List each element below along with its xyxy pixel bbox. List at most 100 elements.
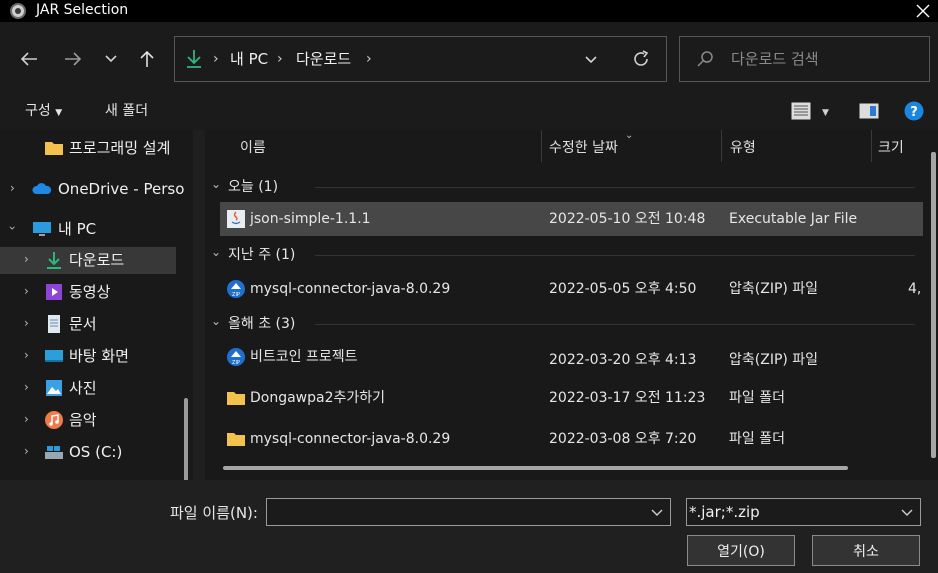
sidebar-item-label: 바탕 화면 bbox=[69, 347, 129, 365]
group-divider bbox=[315, 324, 915, 325]
expand-chevron-icon[interactable]: › bbox=[24, 252, 29, 266]
cancel-button[interactable]: 취소 bbox=[812, 535, 920, 566]
close-button[interactable] bbox=[908, 0, 938, 22]
zip-file-icon: ZIP bbox=[227, 348, 245, 366]
file-size: 4, bbox=[908, 281, 922, 297]
sidebar-item-label: 사진 bbox=[69, 379, 97, 397]
help-icon[interactable]: ? bbox=[904, 101, 924, 121]
vertical-scrollbar[interactable] bbox=[931, 152, 936, 458]
sort-indicator-icon: ⌄ bbox=[625, 130, 634, 141]
open-button[interactable]: 열기(O) bbox=[687, 535, 795, 566]
column-header-name[interactable]: 이름 bbox=[240, 138, 266, 158]
back-button[interactable] bbox=[14, 42, 44, 76]
file-row[interactable]: ZIP mysql-connector-java-8.0.29 2022-05-… bbox=[220, 272, 923, 306]
preview-pane-icon[interactable] bbox=[859, 103, 879, 119]
organize-button[interactable]: 구성 ▼ bbox=[25, 101, 62, 123]
sidebar-item-onedrive[interactable]: › OneDrive - Perso bbox=[0, 176, 184, 203]
up-button[interactable] bbox=[132, 42, 162, 76]
collapse-chevron-icon[interactable]: ⌄ bbox=[211, 245, 221, 259]
expand-chevron-icon[interactable]: › bbox=[24, 380, 29, 394]
group-header-today[interactable]: ⌄ 오늘 (1) bbox=[205, 175, 915, 199]
group-label: 올해 초 (3) bbox=[228, 316, 296, 332]
view-dropdown-icon[interactable]: ▼ bbox=[822, 103, 829, 123]
close-icon bbox=[916, 4, 930, 18]
expand-chevron-icon[interactable]: › bbox=[24, 444, 29, 458]
file-row[interactable]: json-simple-1.1.1 2022-05-10 오전 10:48 Ex… bbox=[220, 202, 923, 236]
sidebar-item-downloads[interactable]: › 다운로드 bbox=[0, 247, 176, 274]
file-modified: 2022-03-20 오후 4:13 bbox=[549, 352, 697, 368]
filetype-select[interactable]: *.jar;*.zip bbox=[686, 498, 921, 526]
command-toolbar: 구성 ▼ 새 폴더 ▼ ? bbox=[0, 92, 938, 130]
file-name: Dongawpa2추가하기 bbox=[250, 390, 386, 406]
view-options-icon[interactable] bbox=[791, 102, 811, 120]
sidebar-scrollbar[interactable] bbox=[184, 398, 188, 480]
sidebar-item-documents[interactable]: › 문서 bbox=[0, 311, 176, 338]
column-header-modified[interactable]: 수정한 날짜 bbox=[549, 138, 618, 158]
expand-chevron-icon[interactable]: › bbox=[24, 316, 29, 330]
forward-button[interactable] bbox=[58, 42, 88, 76]
collapse-chevron-icon[interactable]: › bbox=[5, 226, 19, 231]
file-type: 압축(ZIP) 파일 bbox=[729, 281, 819, 297]
file-list: 이름 수정한 날짜 ⌄ 유형 크기 ⌄ 오늘 (1) json-simple-1… bbox=[205, 130, 938, 480]
sidebar-item-this-pc[interactable]: › 내 PC bbox=[0, 216, 176, 243]
group-header-last-week[interactable]: ⌄ 지난 주 (1) bbox=[205, 243, 915, 267]
chevron-down-icon bbox=[901, 509, 913, 516]
column-divider[interactable] bbox=[871, 130, 872, 162]
filetype-value: *.jar;*.zip bbox=[689, 503, 760, 521]
expand-chevron-icon[interactable]: › bbox=[24, 412, 29, 426]
breadcrumb-item-downloads[interactable]: 다운로드 bbox=[296, 49, 351, 69]
new-folder-button[interactable]: 새 폴더 bbox=[105, 101, 148, 121]
address-dropdown-icon[interactable] bbox=[583, 51, 599, 67]
sidebar-item-label: 프로그래밍 설계 bbox=[69, 139, 171, 157]
chevron-down-icon[interactable] bbox=[650, 505, 664, 519]
search-box[interactable]: 다운로드 검색 bbox=[679, 36, 930, 82]
collapse-chevron-icon[interactable]: ⌄ bbox=[211, 314, 221, 328]
sidebar-item-pictures[interactable]: › 사진 bbox=[0, 375, 176, 402]
filename-input[interactable] bbox=[266, 498, 671, 526]
column-divider[interactable] bbox=[541, 130, 542, 162]
sidebar-item-label: OS (C:) bbox=[69, 443, 123, 461]
refresh-icon[interactable] bbox=[631, 49, 651, 69]
file-modified: 2022-05-05 오후 4:50 bbox=[549, 281, 697, 297]
breadcrumb-separator[interactable]: › bbox=[366, 49, 372, 69]
file-name: mysql-connector-java-8.0.29 bbox=[250, 431, 451, 447]
pictures-icon bbox=[46, 380, 62, 396]
search-icon bbox=[697, 51, 713, 67]
group-header-earlier-this-year[interactable]: ⌄ 올해 초 (3) bbox=[205, 312, 915, 336]
dialog-footer: 파일 이름(N): *.jar;*.zip 열기(O) 취소 bbox=[0, 480, 938, 573]
file-row[interactable]: mysql-connector-java-8.0.29 2022-03-08 오… bbox=[220, 422, 923, 456]
desktop-icon bbox=[45, 350, 63, 362]
sidebar-item-programming-design[interactable]: 프로그래밍 설계 bbox=[0, 135, 176, 162]
arrow-right-icon bbox=[65, 52, 82, 66]
horizontal-scrollbar[interactable] bbox=[223, 466, 848, 470]
sidebar-item-videos[interactable]: › 동영상 bbox=[0, 279, 176, 306]
sidebar-item-label: 음악 bbox=[69, 411, 97, 429]
collapse-chevron-icon[interactable]: ⌄ bbox=[211, 177, 221, 191]
group-divider bbox=[315, 187, 915, 188]
sidebar-item-music[interactable]: › 음악 bbox=[0, 407, 176, 434]
recent-locations-button[interactable] bbox=[96, 42, 126, 76]
group-label: 지난 주 (1) bbox=[228, 247, 296, 263]
sidebar-item-desktop[interactable]: › 바탕 화면 bbox=[0, 343, 176, 370]
sidebar-item-label: 다운로드 bbox=[69, 251, 125, 269]
expand-chevron-icon[interactable]: › bbox=[24, 348, 29, 362]
zip-file-icon: ZIP bbox=[227, 280, 245, 298]
breadcrumb-separator: › bbox=[277, 51, 283, 67]
sidebar-item-os-drive[interactable]: › OS (C:) bbox=[0, 439, 176, 466]
file-type: Executable Jar File bbox=[729, 211, 858, 227]
file-row[interactable]: Dongawpa2추가하기 2022-03-17 오전 11:23 파일 폴더 bbox=[220, 381, 923, 415]
breadcrumb-item-pc[interactable]: 내 PC bbox=[230, 49, 268, 69]
column-header-type[interactable]: 유형 bbox=[730, 138, 756, 158]
expand-chevron-icon[interactable]: › bbox=[10, 181, 15, 195]
documents-icon bbox=[48, 315, 60, 333]
download-icon bbox=[47, 252, 61, 269]
organize-label: 구성 bbox=[25, 103, 51, 119]
svg-text:ZIP: ZIP bbox=[232, 360, 240, 366]
file-row[interactable]: ZIP 비트코인 프로젝트 2022-03-20 오후 4:13 압축(ZIP)… bbox=[220, 340, 923, 374]
navigation-pane: 프로그래밍 설계 › OneDrive - Perso › 내 PC › 다운로… bbox=[0, 130, 193, 480]
column-divider[interactable] bbox=[721, 130, 722, 162]
column-header-size[interactable]: 크기 bbox=[878, 138, 904, 158]
search-placeholder: 다운로드 검색 bbox=[731, 50, 819, 68]
address-bar[interactable]: › 내 PC › 다운로드 › bbox=[174, 36, 667, 82]
expand-chevron-icon[interactable]: › bbox=[24, 284, 29, 298]
